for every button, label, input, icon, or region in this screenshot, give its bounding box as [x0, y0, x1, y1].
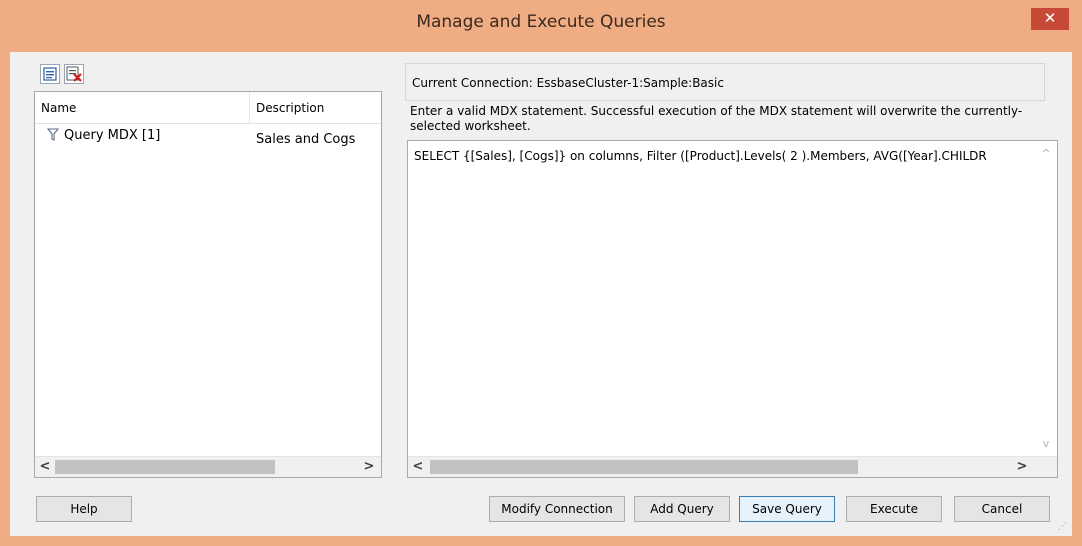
dialog-window: Manage and Execute Queries ✕ Name Descri… [0, 0, 1082, 546]
dialog-body: Name Description Query MDX [1] Sales and… [10, 52, 1072, 536]
delete-query-button[interactable] [64, 64, 84, 84]
scroll-thumb[interactable] [55, 460, 275, 474]
list-item[interactable]: Query MDX [1] Sales and Cogs [35, 126, 381, 148]
scroll-right-icon[interactable]: > [1012, 457, 1032, 477]
mdx-query-editor[interactable]: SELECT {[Sales], [Cogs]} on columns, Fil… [407, 140, 1058, 478]
query-name: Query MDX [1] [64, 128, 161, 143]
help-button[interactable]: Help [36, 496, 132, 522]
scroll-right-icon[interactable]: > [359, 457, 379, 477]
mdx-query-text[interactable]: SELECT {[Sales], [Cogs]} on columns, Fil… [414, 149, 1028, 163]
editor-horizontal-scrollbar[interactable]: < > [408, 456, 1057, 477]
save-query-button[interactable]: Save Query [739, 496, 835, 522]
scroll-thumb[interactable] [430, 460, 858, 474]
modify-connection-button[interactable]: Modify Connection [489, 496, 625, 522]
list-horizontal-scrollbar[interactable]: < > [35, 456, 381, 477]
filter-icon [46, 128, 60, 145]
delete-query-icon [66, 66, 82, 82]
scroll-down-icon[interactable]: v [1037, 437, 1055, 450]
scroll-left-icon[interactable]: < [35, 457, 55, 477]
column-header-description[interactable]: Description [250, 92, 381, 124]
resize-grip-icon[interactable]: ⋰ [1058, 522, 1068, 532]
column-header-name[interactable]: Name [35, 92, 249, 124]
close-button[interactable]: ✕ [1031, 8, 1069, 30]
title-bar[interactable]: Manage and Execute Queries ✕ [0, 0, 1082, 44]
query-list-icon [43, 67, 57, 81]
execute-button[interactable]: Execute [846, 496, 942, 522]
scroll-left-icon[interactable]: < [408, 457, 428, 477]
dialog-title: Manage and Execute Queries [416, 12, 666, 32]
close-icon: ✕ [1043, 9, 1057, 27]
query-list[interactable]: Name Description Query MDX [1] Sales and… [34, 91, 382, 478]
mdx-instructions: Enter a valid MDX statement. Successful … [410, 104, 1023, 133]
query-description: Sales and Cogs [256, 132, 356, 147]
query-list-button[interactable] [40, 64, 60, 84]
scroll-up-icon[interactable]: ^ [1037, 147, 1055, 160]
current-connection: Current Connection: EssbaseCluster-1:Sam… [405, 63, 1045, 101]
add-query-button[interactable]: Add Query [634, 496, 730, 522]
cancel-button[interactable]: Cancel [954, 496, 1050, 522]
